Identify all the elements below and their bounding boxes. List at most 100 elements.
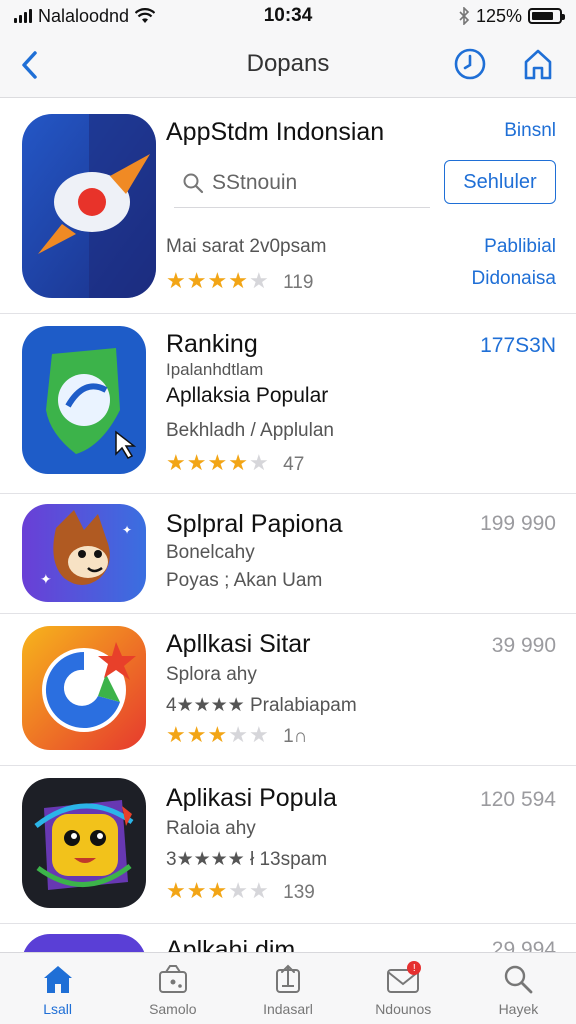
star-icon: ★ (186, 268, 207, 293)
featured-right-top[interactable]: Pablibial (484, 236, 556, 258)
navigation-bar: Dopans (0, 32, 576, 98)
app-title[interactable]: Aplikasi Popula (166, 784, 337, 813)
rating-count: 47 (283, 454, 305, 475)
app-row-splpral[interactable]: ✦ ✦ Splpral Papiona Bonelcahy Poyas ; Ak… (0, 494, 576, 614)
featured-app-title[interactable]: AppStdm Indonsian (166, 118, 384, 147)
rating-count: 1∩ (283, 726, 308, 747)
star-icon: ★ (207, 450, 228, 475)
tab-home[interactable]: Lsall (0, 953, 115, 1024)
app-list: AppStdm Indonsian SStnouin Mai sarat 2v0… (0, 98, 576, 964)
history-button[interactable] (452, 46, 488, 82)
rating-stars: ★ ★ ★ ★ ★ (166, 452, 269, 474)
app-subtitle: Ipalanhdtlam (166, 360, 264, 379)
battery-icon (528, 8, 565, 24)
search-icon (183, 173, 204, 193)
rocket-app-icon[interactable] (22, 114, 156, 298)
star-icon: ★ (228, 878, 248, 903)
tab-label: Indasarl (263, 1001, 313, 1017)
status-bar: Nalaloodnd 10:34 125% (0, 0, 576, 32)
tab-indasarl[interactable]: Indasarl (230, 953, 345, 1024)
app-subtitle: Raloia ahy (166, 818, 256, 839)
featured-app-meta: Mai sarat 2v0psam (166, 236, 327, 257)
search-placeholder: SStnouin (212, 170, 298, 194)
app-row-popula[interactable]: Aplikasi Popula Raloia ahy 3★★★★ ł 13spa… (0, 766, 576, 924)
bluetooth-icon (459, 7, 470, 25)
app-title[interactable]: Ranking (166, 330, 258, 359)
app-title[interactable]: Apllkasi Sitar (166, 630, 311, 659)
shield-app-icon[interactable] (22, 326, 146, 474)
star-icon: ★ (228, 268, 248, 293)
search-icon (505, 965, 533, 994)
app-meta: 3★★★★ ł 13spam (166, 849, 328, 870)
star-icon: ★ (248, 722, 269, 747)
rating-stars: ★ ★ ★ ★ ★ (166, 724, 269, 746)
app-subtitle: Bonelcahy (166, 542, 255, 563)
star-icon: ★ (186, 878, 207, 903)
app-meta: Bekhladh / Applulan (166, 420, 334, 441)
star-icon: ★ (166, 722, 186, 747)
app-meta: 4★★★★ Pralabiapam (166, 695, 357, 716)
search-button[interactable]: Sehluler (444, 160, 556, 204)
search-field[interactable]: SStnouin (174, 158, 430, 208)
app-price[interactable]: 177S3N (480, 334, 556, 358)
svg-text:✦: ✦ (122, 523, 132, 537)
home-icon (43, 966, 72, 993)
upload-icon (276, 964, 300, 993)
star-icon: ★ (207, 878, 228, 903)
clock-icon (454, 48, 486, 80)
app-row-ranking[interactable]: Ranking Ipalanhdtlam Apllaksia Popular B… (0, 314, 576, 494)
rating-count: 119 (283, 272, 314, 293)
tab-label: Ndounos (375, 1001, 432, 1017)
star-icon: ★ (186, 450, 207, 475)
carrier-label: Nalaloodnd (38, 5, 130, 26)
tab-hayek[interactable]: Hayek (461, 953, 576, 1024)
battery-level (532, 12, 553, 20)
fox-app-icon[interactable]: ✦ ✦ (22, 504, 146, 602)
app-rating: ★ ★ ★ ★ ★ 47 (166, 452, 304, 476)
rating-stars: ★ ★ ★ ★ ★ (166, 270, 269, 292)
star-icon: ★ (207, 722, 228, 747)
app-rating: ★ ★ ★ ★ ★ 1∩ (166, 724, 307, 748)
app-category: Apllaksia Popular (166, 384, 329, 407)
star-icon: ★ (228, 450, 248, 475)
app-subtitle: Splora ahy (166, 664, 257, 685)
tab-bar: Lsall Samolo Indasarl ! Ndounos Hayek (0, 952, 576, 1024)
star-icon: ★ (166, 450, 186, 475)
star-icon: ★ (207, 268, 228, 293)
rating-stars: ★ ★ ★ ★ ★ (166, 880, 269, 902)
swirl-app-icon[interactable] (22, 626, 146, 750)
app-price[interactable]: 199 990 (480, 512, 556, 536)
featured-right-bottom[interactable]: Didonaisa (472, 268, 557, 290)
star-icon: ★ (228, 722, 248, 747)
star-icon: ★ (166, 878, 186, 903)
featured-app-row[interactable]: AppStdm Indonsian SStnouin Mai sarat 2v0… (0, 98, 576, 314)
tab-label: Samolo (149, 1001, 197, 1017)
star-icon: ★ (248, 878, 269, 903)
page-title: Dopans (246, 50, 330, 77)
tab-label: Lsall (43, 1001, 72, 1017)
star-icon: ★ (248, 450, 269, 475)
rating-count: 139 (283, 882, 315, 903)
signal-icon (14, 9, 32, 23)
wifi-icon (135, 8, 156, 23)
tab-samolo[interactable]: Samolo (115, 953, 230, 1024)
star-icon: ★ (248, 268, 269, 293)
home-nav-button[interactable] (520, 46, 556, 82)
gift-icon (158, 965, 187, 993)
app-title[interactable]: Splpral Papiona (166, 510, 343, 539)
star-icon: ★ (166, 268, 186, 293)
featured-link[interactable]: Binsnl (504, 120, 556, 142)
app-rating: ★ ★ ★ ★ ★ 139 (166, 880, 315, 904)
featured-rating: ★ ★ ★ ★ ★ 119 (166, 270, 313, 294)
app-price[interactable]: 39 990 (492, 634, 556, 658)
tab-ndounos[interactable]: ! Ndounos (346, 953, 461, 1024)
star-icon: ★ (186, 722, 207, 747)
app-row-sitar[interactable]: Apllkasi Sitar Splora ahy 4★★★★ Pralabia… (0, 614, 576, 766)
monster-app-icon[interactable] (22, 778, 146, 908)
svg-text:✦: ✦ (40, 571, 52, 587)
app-meta: Poyas ; Akan Uam (166, 570, 323, 591)
home-icon (524, 49, 552, 80)
battery-percent: 125% (475, 5, 522, 26)
app-price[interactable]: 120 594 (480, 788, 556, 812)
tab-label: Hayek (498, 1001, 539, 1017)
